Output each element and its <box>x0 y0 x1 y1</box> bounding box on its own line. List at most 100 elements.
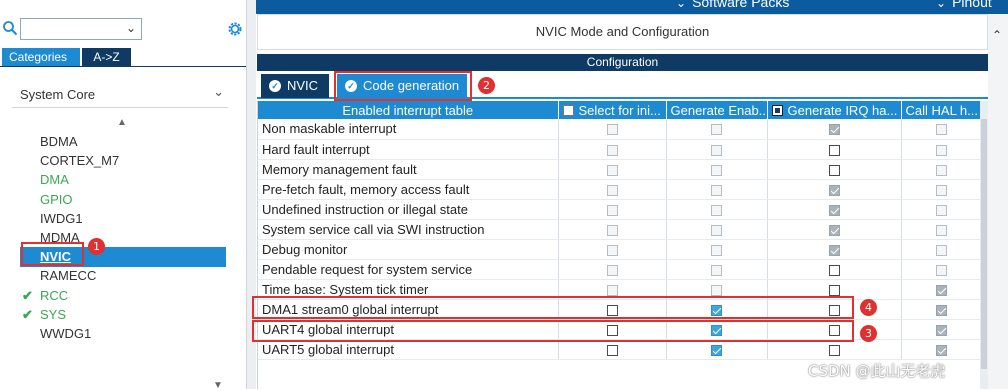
checkbox <box>828 124 840 136</box>
checkbox-cell <box>558 159 667 180</box>
checkbox[interactable] <box>828 264 840 276</box>
chevron-down-icon: ⌄ <box>676 0 687 10</box>
checkbox-cell <box>901 179 982 200</box>
checkbox <box>606 164 618 176</box>
annotation-badge-2: 2 <box>478 77 495 94</box>
scroll-up-arrow[interactable]: ▲ <box>117 117 127 128</box>
chevron-down-icon[interactable]: ⌄ <box>126 21 136 35</box>
peripheral-item[interactable]: WWDG1 <box>20 324 226 344</box>
table-row: UART5 global interrupt <box>258 339 982 360</box>
annotation-badge-4: 4 <box>860 299 877 316</box>
peripheral-label: WWDG1 <box>40 326 92 341</box>
checkbox-cell <box>901 139 982 160</box>
column-header-select-init[interactable]: Select for ini... <box>558 101 667 119</box>
peripheral-item[interactable]: BDMA <box>20 132 226 152</box>
checkbox <box>606 204 618 216</box>
checkbox[interactable] <box>828 144 840 156</box>
checkbox <box>606 224 618 236</box>
pinout-menu[interactable]: ⌄ Pinout <box>936 0 992 10</box>
header-checkbox[interactable] <box>562 104 574 116</box>
checkbox-cell <box>666 179 768 200</box>
checkbox[interactable] <box>828 164 840 176</box>
checkbox <box>606 264 618 276</box>
peripheral-label: DMA <box>40 172 69 188</box>
peripheral-item[interactable]: CORTEX_M7 <box>20 151 226 171</box>
tab-nvic-label: NVIC <box>287 78 319 93</box>
checkbox-cell <box>666 139 768 160</box>
table-row: System service call via SWI instruction <box>258 219 982 240</box>
pinout-label: Pinout <box>952 0 992 10</box>
checkbox-cell <box>767 119 902 140</box>
checkbox-cell <box>901 299 982 320</box>
checkbox[interactable] <box>828 284 840 296</box>
interrupt-name: Pre-fetch fault, memory access fault <box>258 179 559 200</box>
interrupt-name: Undefined instruction or illegal state <box>258 199 559 220</box>
peripheral-item[interactable]: ✔ RCC <box>20 286 226 306</box>
checkbox-cell <box>901 319 982 340</box>
interrupt-name: Hard fault interrupt <box>258 139 559 160</box>
checkbox[interactable] <box>606 344 618 356</box>
search-icon[interactable] <box>2 20 18 36</box>
annotation-badge-3: 3 <box>860 325 877 342</box>
peripheral-label: IWDG1 <box>40 210 83 226</box>
checkbox <box>935 144 947 156</box>
scroll-down-arrow[interactable]: ▼ <box>213 380 223 391</box>
checkbox <box>606 144 618 156</box>
checkbox <box>935 264 947 276</box>
column-header-interrupt[interactable]: Enabled interrupt table <box>258 101 559 119</box>
interrupt-name: System service call via SWI instruction <box>258 219 559 240</box>
checkbox <box>828 204 840 216</box>
checkbox-cell <box>666 159 768 180</box>
interrupt-table-container: Enabled interrupt table Select for ini..… <box>257 101 982 389</box>
checkbox-cell <box>666 199 768 220</box>
peripheral-item[interactable]: IWDG1 <box>20 209 226 229</box>
tab-categories[interactable]: Categories <box>2 48 80 66</box>
category-dropdown[interactable]: System Core ⌄ <box>12 80 228 108</box>
table-row: Debug monitor <box>258 239 982 260</box>
page-title: NVIC Mode and Configuration <box>257 14 988 50</box>
tab-nvic[interactable]: ✓ NVIC <box>261 74 329 98</box>
checkbox[interactable] <box>711 344 722 356</box>
checkbox <box>935 224 947 236</box>
column-header-generate-enable[interactable]: Generate Enab... <box>666 101 768 119</box>
checkbox-cell <box>901 159 982 180</box>
checkbox <box>711 184 722 196</box>
gear-icon[interactable] <box>226 20 244 38</box>
table-scrollbar[interactable] <box>980 101 988 389</box>
interrupt-name: UART5 global interrupt <box>258 339 559 360</box>
table-row: Undefined instruction or illegal state <box>258 199 982 220</box>
scrollbar-thumb[interactable] <box>981 119 987 369</box>
checkbox <box>935 184 947 196</box>
header-checkbox[interactable] <box>771 104 783 116</box>
checkbox[interactable] <box>828 344 840 356</box>
tab-a-z[interactable]: A->Z <box>82 48 131 66</box>
peripheral-item[interactable]: ✔ SYS <box>20 305 226 325</box>
checkbox <box>711 264 722 276</box>
checkbox-cell <box>767 179 902 200</box>
checkbox-cell <box>767 139 902 160</box>
checkbox <box>935 244 947 256</box>
column-header-generate-irq[interactable]: Generate IRQ ha... <box>767 101 902 119</box>
checkbox-cell <box>901 279 982 300</box>
right-gutter: ⌃ <box>988 14 1008 389</box>
checkbox-cell <box>666 239 768 260</box>
column-header-label: Generate Enab... <box>670 102 767 118</box>
search-input[interactable]: ⌄ <box>20 18 142 40</box>
software-packs-menu[interactable]: ⌄ Software Packs <box>676 0 789 10</box>
column-header-call-hal[interactable]: Call HAL h... <box>901 101 982 119</box>
check-circle-icon: ✓ <box>269 80 281 92</box>
interrupt-name: Debug monitor <box>258 239 559 260</box>
checkbox-cell <box>666 119 768 140</box>
peripheral-item[interactable]: DMA <box>20 170 226 190</box>
checkbox <box>935 164 947 176</box>
peripheral-item[interactable]: RAMECC <box>20 266 226 286</box>
peripheral-item[interactable]: GPIO <box>20 190 226 210</box>
chevron-up-icon[interactable]: ⌃ <box>992 28 1002 42</box>
checkbox <box>711 224 722 236</box>
peripheral-label: RCC <box>40 287 69 303</box>
interrupt-name: Non maskable interrupt <box>258 119 559 140</box>
checkbox <box>935 284 947 296</box>
checkbox <box>606 124 618 136</box>
checkbox-cell <box>666 259 768 280</box>
peripheral-label: SYS <box>40 306 67 322</box>
